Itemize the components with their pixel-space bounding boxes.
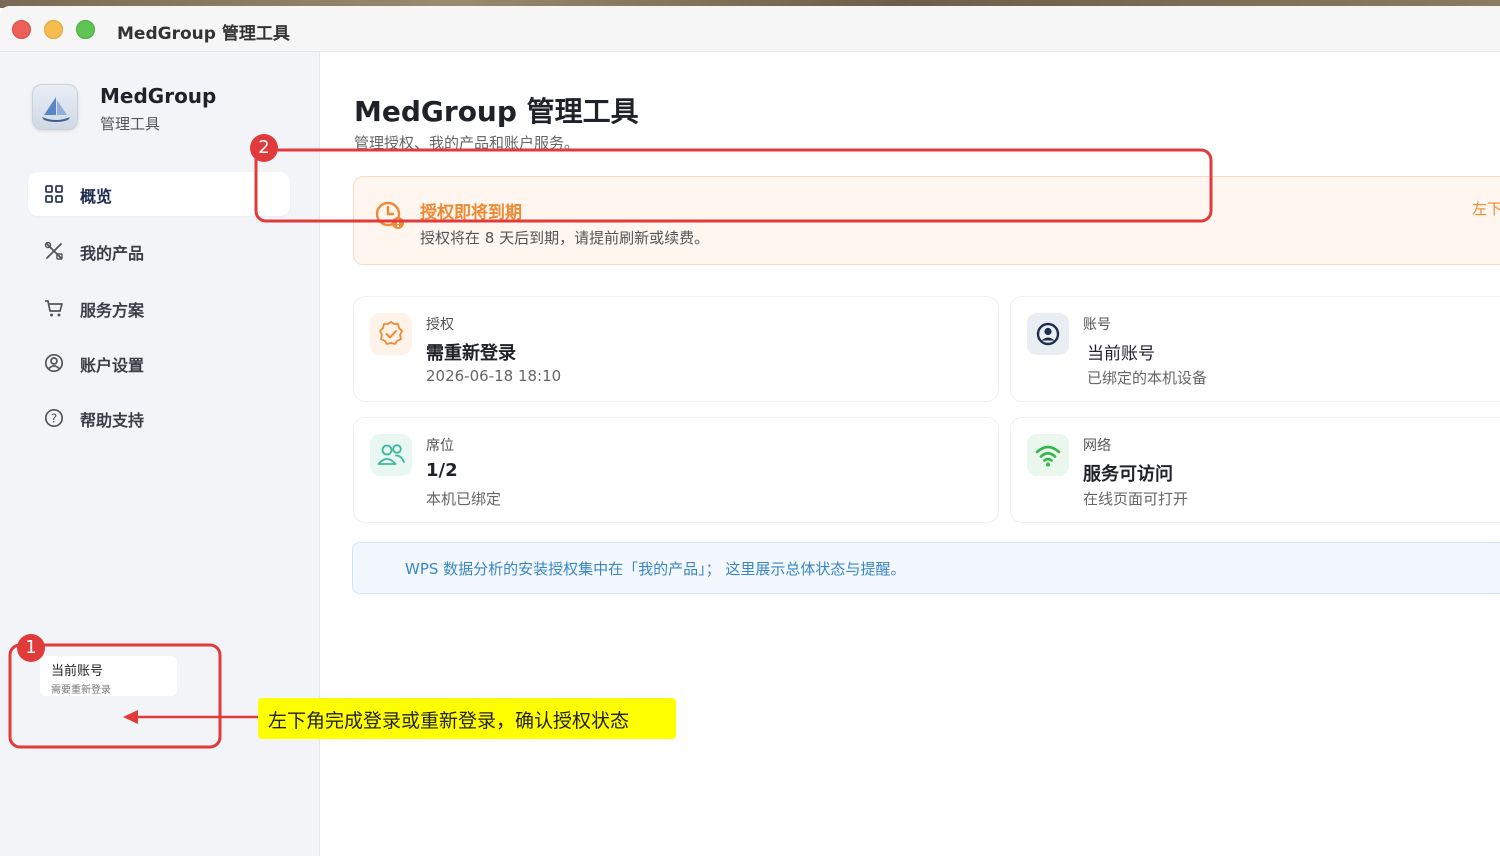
app-subtitle: 管理工具 — [100, 115, 161, 133]
tools-icon — [44, 241, 63, 260]
badge-check-icon — [370, 313, 412, 355]
alert-title: 授权即将到期 — [420, 203, 522, 223]
account-card[interactable]: 当前账号 需要重新登录 — [40, 656, 177, 696]
app-logo-icon — [32, 84, 78, 130]
card-note: 已绑定的本机设备 — [1087, 369, 1208, 387]
wifi-icon — [1027, 434, 1069, 476]
account-status: 需要重新登录 — [51, 685, 111, 696]
card-note: 在线页面可打开 — [1083, 490, 1189, 508]
clock-warning-icon — [375, 201, 404, 229]
zoom-window-button[interactable] — [76, 20, 95, 39]
title-bar: MedGroup 管理工具 — [0, 6, 1500, 52]
account-card-main: 账号 当前账号 已绑定的本机设备 — [1010, 296, 1500, 402]
user-circle-icon — [1027, 313, 1069, 355]
app-window: MedGroup 管理工具 MedGroup 管理工具 概览 我的产品 服务方案… — [0, 6, 1500, 856]
card-value: 当前账号 — [1087, 344, 1155, 364]
sidebar-item-label: 概览 — [80, 187, 113, 206]
card-label: 席位 — [426, 438, 454, 454]
info-banner: WPS 数据分析的安装授权集中在「我的产品」； 这里展示总体状态与提醒。 — [352, 542, 1500, 594]
expiry-alert: 授权即将到期 授权将在 8 天后到期，请提前刷新或续费。 左下 — [353, 176, 1500, 265]
app-name: MedGroup — [100, 84, 217, 108]
sidebar-item-overview[interactable]: 概览 — [28, 172, 290, 216]
cart-icon — [45, 300, 63, 317]
close-window-button[interactable] — [12, 20, 31, 39]
sidebar-item-products[interactable]: 我的产品 — [28, 229, 290, 273]
sidebar-item-plans[interactable]: 服务方案 — [28, 286, 290, 330]
sidebar-item-label: 帮助支持 — [80, 411, 145, 430]
help-circle-icon: ? — [44, 408, 64, 428]
card-note: 2026-06-18 18:10 — [426, 367, 562, 385]
page-subtitle: 管理授权、我的产品和账户服务。 — [354, 134, 580, 152]
card-value: 1/2 — [426, 460, 458, 481]
users-icon — [370, 434, 412, 476]
sidebar-item-label: 账户设置 — [80, 356, 145, 375]
sidebar-item-help[interactable]: ? 帮助支持 — [28, 396, 290, 440]
annotation-badge-2: 2 — [250, 134, 278, 162]
card-value: 服务可访问 — [1083, 464, 1173, 485]
network-card: 网络 服务可访问 在线页面可打开 — [1010, 417, 1500, 523]
license-card: 授权 需重新登录 2026-06-18 18:10 — [353, 296, 999, 402]
card-note: 本机已绑定 — [426, 490, 502, 508]
info-text: WPS 数据分析的安装授权集中在「我的产品」； 这里展示总体状态与提醒。 — [405, 560, 906, 578]
card-value: 需重新登录 — [426, 343, 516, 364]
annotation-badge-1: 1 — [17, 634, 45, 662]
sidebar-item-label: 服务方案 — [80, 301, 145, 320]
alert-action-link[interactable]: 左下 — [1472, 198, 1500, 219]
account-title: 当前账号 — [51, 664, 104, 679]
annotation-callout: 左下角完成登录或重新登录，确认授权状态 — [258, 698, 676, 739]
minimize-window-button[interactable] — [44, 20, 63, 39]
card-label: 授权 — [426, 317, 454, 333]
user-circle-icon — [44, 353, 64, 373]
grid-icon — [45, 185, 63, 203]
alert-text: 授权将在 8 天后到期，请提前刷新或续费。 — [420, 229, 710, 247]
sidebar-item-account-settings[interactable]: 账户设置 — [28, 341, 290, 385]
card-label: 网络 — [1083, 438, 1111, 454]
card-label: 账号 — [1083, 317, 1111, 333]
svg-text:?: ? — [51, 412, 57, 426]
callout-text: 左下角完成登录或重新登录，确认授权状态 — [268, 710, 630, 732]
window-title: MedGroup 管理工具 — [117, 24, 290, 44]
sidebar-item-label: 我的产品 — [80, 244, 145, 263]
seats-card: 席位 1/2 本机已绑定 — [353, 417, 999, 523]
page-title: MedGroup 管理工具 — [354, 95, 639, 128]
